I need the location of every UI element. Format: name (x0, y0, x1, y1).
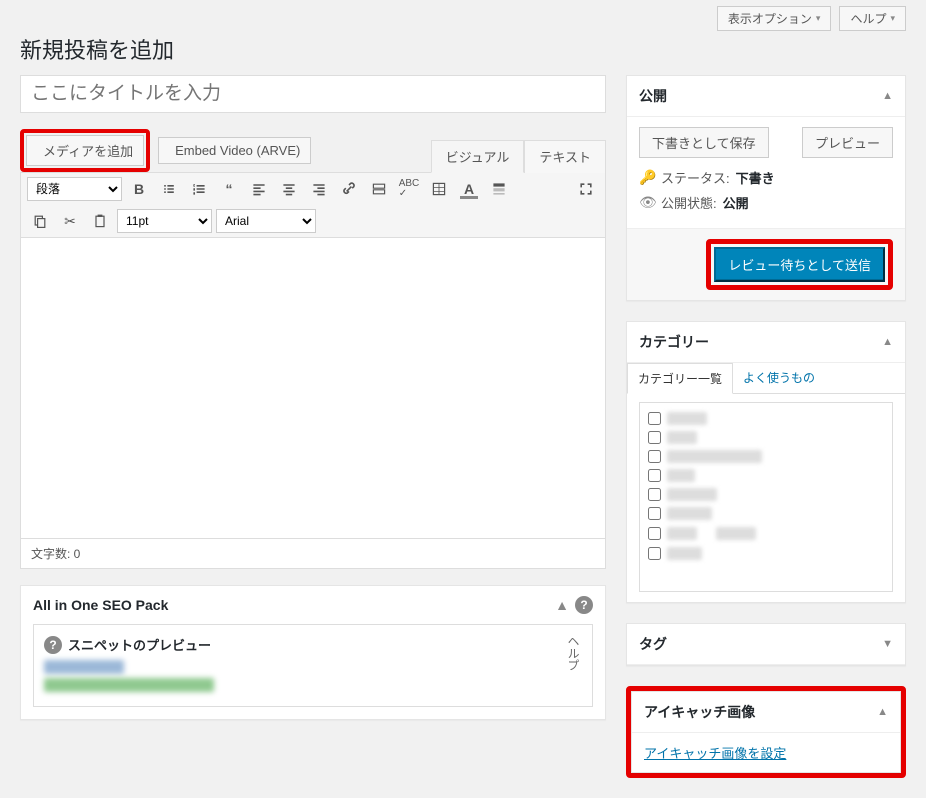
categories-box-title: カテゴリー (639, 332, 709, 352)
editor-shell: 段落 B “ ABC✓ A (20, 172, 606, 569)
tags-box-header[interactable]: タグ ▼ (627, 624, 905, 665)
category-checkbox[interactable] (648, 547, 661, 560)
align-left-icon[interactable] (246, 177, 272, 201)
highlight-featured-image: アイキャッチ画像 ▲ アイキャッチ画像を設定 (626, 686, 906, 778)
seo-pack-box: All in One SEO Pack ▲ ? ? スニペットのプレビュー (20, 585, 606, 720)
category-checkbox[interactable] (648, 450, 661, 463)
blurred-text (44, 678, 214, 692)
link-icon[interactable] (336, 177, 362, 201)
toolbar-toggle-icon[interactable] (486, 177, 512, 201)
tags-box: タグ ▼ (626, 623, 906, 666)
cut-icon[interactable]: ✂ (57, 209, 83, 233)
format-select[interactable]: 段落 (27, 177, 122, 201)
table-icon[interactable] (426, 177, 452, 201)
category-item[interactable] (648, 485, 884, 504)
publish-box-header[interactable]: 公開 ▲ (627, 76, 905, 117)
align-center-icon[interactable] (276, 177, 302, 201)
category-item[interactable] (648, 466, 884, 485)
category-checkbox[interactable] (648, 488, 661, 501)
word-count: 文字数: 0 (21, 538, 605, 568)
category-item[interactable] (648, 544, 884, 563)
blockquote-icon[interactable]: “ (216, 177, 242, 201)
categories-box: カテゴリー ▲ カテゴリー一覧 よく使うもの (626, 321, 906, 603)
category-list[interactable] (639, 402, 893, 592)
spellcheck-icon[interactable]: ABC✓ (396, 177, 422, 201)
seo-box-title: All in One SEO Pack (33, 597, 168, 613)
tab-visual[interactable]: ビジュアル (431, 140, 525, 173)
category-checkbox[interactable] (648, 469, 661, 482)
expand-icon: ▼ (882, 638, 893, 650)
align-right-icon[interactable] (306, 177, 332, 201)
collapse-icon: ▲ (877, 706, 888, 718)
text-color-icon[interactable]: A (456, 177, 482, 201)
blurred-text (44, 660, 124, 674)
copy-icon[interactable] (27, 209, 53, 233)
tab-text[interactable]: テキスト (524, 140, 606, 173)
status-value: 下書き (736, 168, 775, 187)
tab-frequent-categories[interactable]: よく使うもの (733, 363, 825, 393)
snippet-preview-label: スニペットのプレビュー (68, 635, 211, 654)
font-size-select[interactable]: 11pt (117, 209, 212, 233)
embed-video-button[interactable]: Embed Video (ARVE) (158, 137, 311, 164)
category-checkbox[interactable] (648, 507, 661, 520)
help-circle-icon[interactable]: ? (575, 596, 593, 614)
category-item[interactable] (648, 409, 884, 428)
font-family-select[interactable]: Arial (216, 209, 316, 233)
editor-content[interactable] (21, 238, 605, 538)
preview-button[interactable]: プレビュー (802, 127, 893, 158)
category-checkbox[interactable] (648, 527, 661, 540)
eye-icon: 👁 (639, 194, 655, 211)
submit-review-button[interactable]: レビュー待ちとして送信 (714, 247, 885, 282)
editor-toolbar: 段落 B “ ABC✓ A (21, 173, 605, 238)
set-featured-image-link[interactable]: アイキャッチ画像を設定 (644, 746, 786, 761)
key-icon: 🔑 (639, 169, 655, 186)
tags-box-title: タグ (639, 634, 667, 654)
embed-video-label: Embed Video (ARVE) (175, 143, 300, 158)
help-circle-icon[interactable]: ? (44, 636, 62, 654)
save-draft-button[interactable]: 下書きとして保存 (639, 127, 769, 158)
publish-box-title: 公開 (639, 86, 667, 106)
number-list-icon[interactable] (186, 177, 212, 201)
more-icon[interactable] (366, 177, 392, 201)
bold-icon[interactable]: B (126, 177, 152, 201)
featured-image-header[interactable]: アイキャッチ画像 ▲ (632, 692, 900, 733)
highlight-submit-button: レビュー待ちとして送信 (706, 239, 893, 290)
tab-all-categories[interactable]: カテゴリー一覧 (627, 363, 733, 394)
collapse-icon: ▲ (882, 336, 893, 348)
highlight-media-button: メディアを追加 (20, 129, 150, 172)
add-media-label: メディアを追加 (43, 141, 133, 160)
bullet-list-icon[interactable] (156, 177, 182, 201)
collapse-icon: ▲ (882, 90, 893, 102)
category-checkbox[interactable] (648, 431, 661, 444)
visibility-label: 公開状態: (661, 193, 717, 212)
publish-box: 公開 ▲ 下書きとして保存 プレビュー 🔑 ステータス: 下書き 👁 (626, 75, 906, 301)
visibility-value: 公開 (723, 193, 749, 212)
paste-icon[interactable] (87, 209, 113, 233)
category-item[interactable] (648, 504, 884, 523)
category-item[interactable] (648, 523, 884, 544)
help-button[interactable]: ヘルプ (839, 6, 906, 31)
add-media-button[interactable]: メディアを追加 (26, 135, 144, 166)
page-title: 新規投稿を追加 (20, 33, 906, 75)
seo-toggle-icon[interactable]: ▲ (555, 597, 569, 613)
featured-image-box: アイキャッチ画像 ▲ アイキャッチ画像を設定 (631, 691, 901, 773)
post-title-input[interactable] (20, 75, 606, 113)
screen-options-button[interactable]: 表示オプション (717, 6, 832, 31)
help-vertical-label[interactable]: ヘルプ (565, 635, 582, 696)
fullscreen-icon[interactable] (573, 177, 599, 201)
categories-box-header[interactable]: カテゴリー ▲ (627, 322, 905, 363)
category-item[interactable] (648, 447, 884, 466)
category-item[interactable] (648, 428, 884, 447)
category-checkbox[interactable] (648, 412, 661, 425)
status-label: ステータス: (661, 168, 730, 187)
featured-image-title: アイキャッチ画像 (644, 702, 755, 722)
